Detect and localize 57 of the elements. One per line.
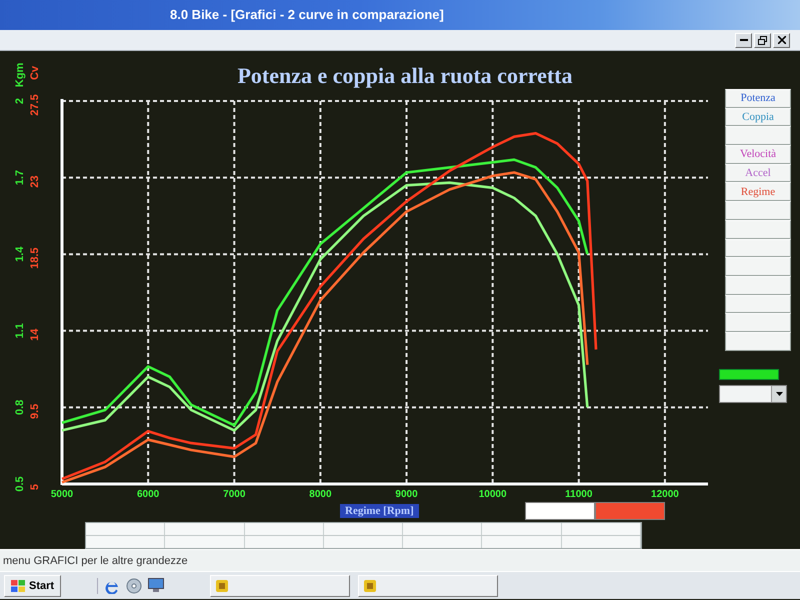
graph-button[interactable] [725,220,791,238]
power-tick-label: 14 [29,328,41,341]
x-tick-label: 5000 [50,489,74,500]
graph-button[interactable] [725,238,791,258]
minimize-icon [740,39,748,41]
power-tick-label: 23 [29,175,41,188]
taskbar-button[interactable] [358,574,498,596]
x-tick-label: 8000 [309,489,332,500]
power-tick-label: 18.5 [29,248,41,269]
power-unit-label: Cv [29,66,41,80]
caret-icon [776,392,782,396]
close-icon [778,36,786,44]
chart-title: Potenza e coppia alla ruota corretta [238,63,572,88]
taskbar-button[interactable] [210,574,350,596]
graph-button[interactable] [725,332,791,351]
torque-tick-label: 0.8 [14,400,26,416]
x-tick-label: 7000 [223,489,246,500]
graph-button[interactable]: Coppia [725,108,791,126]
graph-button[interactable]: Potenza [725,89,791,108]
minimize-button[interactable] [735,32,752,48]
start-button[interactable]: Start [4,574,62,596]
graph-button[interactable] [725,313,791,332]
power-tick-label: 27.5 [29,94,41,116]
x-tick-label: 11000 [565,489,592,500]
close-button[interactable] [773,32,790,48]
graph-button[interactable] [725,201,791,220]
graph-button[interactable]: Regime [725,182,791,202]
x-tick-label: 9000 [395,489,418,500]
window-title: 8.0 Bike - [Grafici - 2 curve in comparazione] [170,6,444,24]
highlight-strip [719,368,779,380]
desktop-icon[interactable] [148,578,164,592]
app-icon [364,580,376,592]
torque-tick-label: 0.5 [14,476,26,492]
x-tick-label: 6000 [137,489,160,500]
restore-icon [758,36,767,44]
graph-button[interactable] [725,276,791,295]
torque-tick-label: 1.7 [14,170,26,186]
power-tick-label: 5 [29,484,41,490]
status-text: menu GRAFICI per le altre grandezze [3,554,188,566]
torque-unit-label: Kgm [14,62,26,88]
x-tick-label: 10000 [478,489,507,500]
disc-icon[interactable] [126,578,142,594]
graph-button[interactable] [725,126,791,146]
graph-button[interactable] [725,294,791,314]
flag-icon [11,580,25,592]
x-axis-title: Regime [Rpm] [340,504,419,518]
power-tick-label: 9.5 [29,404,41,420]
torque-tick-label: 1.1 [14,323,26,338]
graph-button[interactable] [725,257,791,276]
restore-button[interactable] [754,32,771,48]
graph-button[interactable]: Velocità [725,145,791,164]
dropdown-field[interactable] [719,384,787,403]
torque-tick-label: 2 [14,98,26,104]
torque-tick-label: 1.4 [14,246,26,262]
app-icon [216,580,228,592]
x-tick-label: 12000 [651,489,679,500]
graph-button[interactable]: Accel [725,164,791,182]
